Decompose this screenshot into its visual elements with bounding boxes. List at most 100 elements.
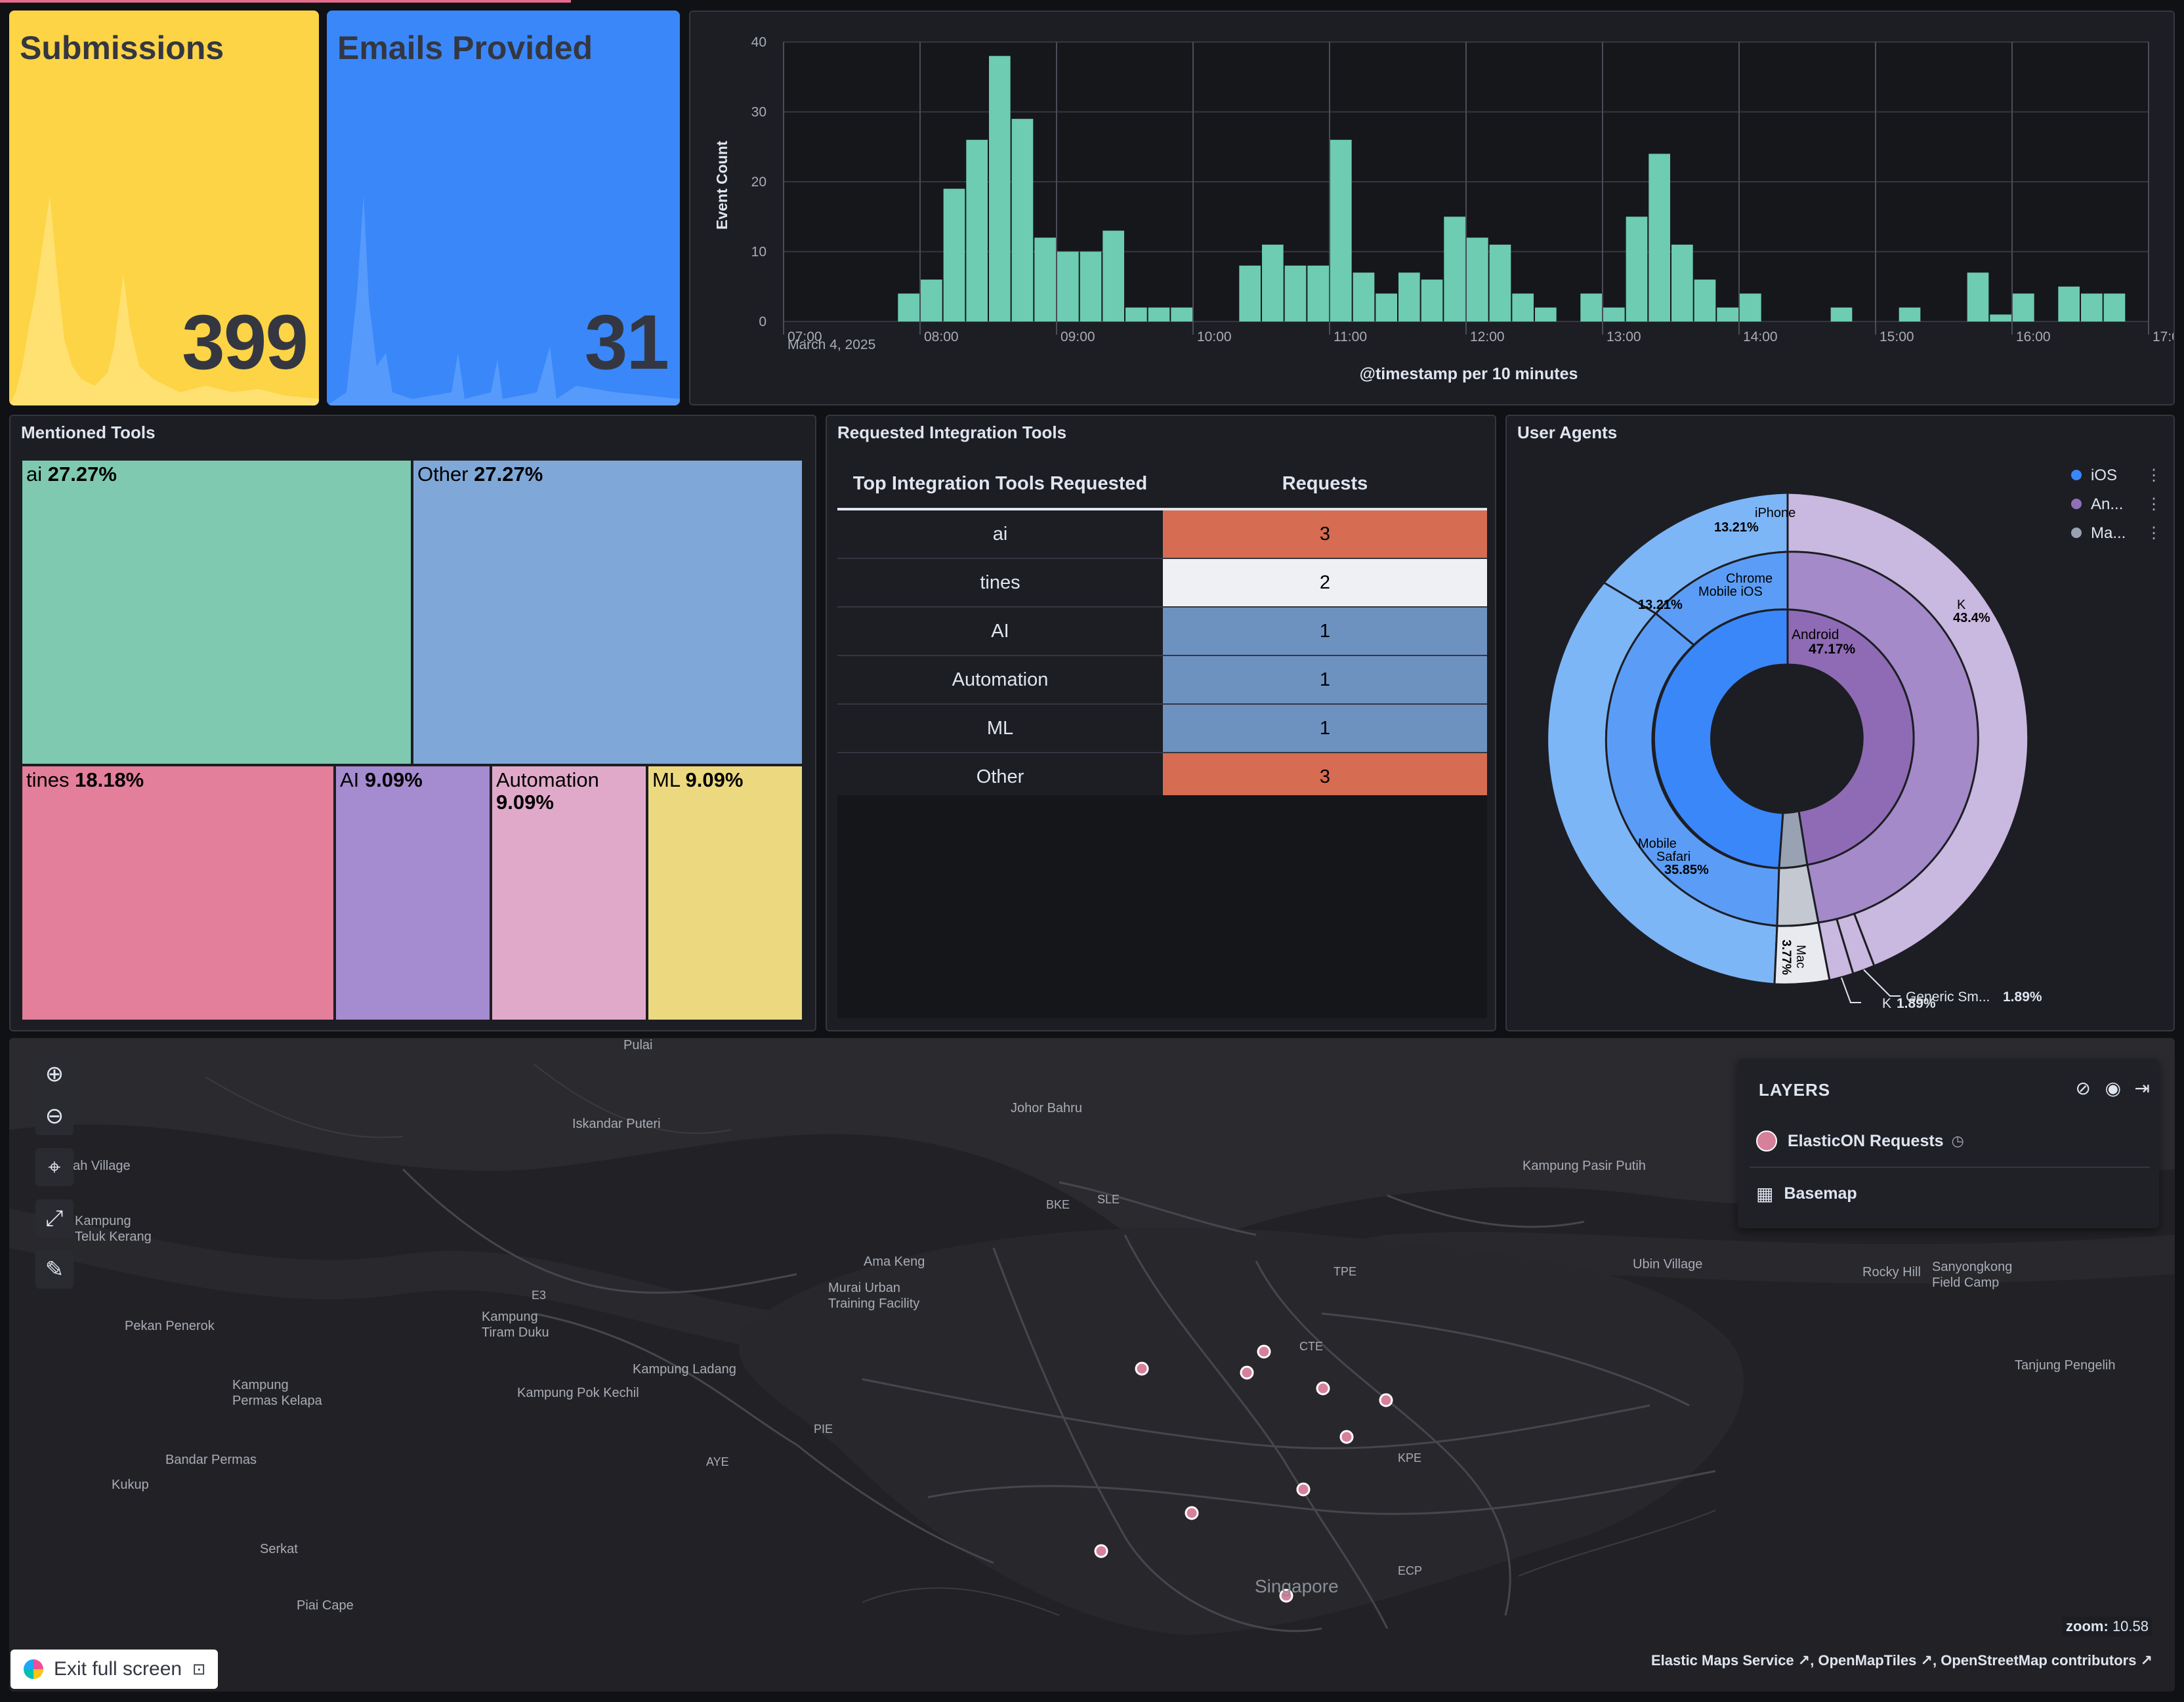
histogram-bar[interactable] xyxy=(1489,244,1511,322)
map-point[interactable] xyxy=(1316,1381,1330,1396)
histogram-bar[interactable] xyxy=(1148,307,1170,322)
tool-name-cell[interactable]: tines xyxy=(837,558,1163,608)
histogram-bar[interactable] xyxy=(1717,307,1738,322)
histogram-bar[interactable] xyxy=(1376,293,1397,322)
histogram-bar[interactable] xyxy=(898,293,919,322)
hide-all-layers-icon[interactable]: ⊘ xyxy=(2076,1077,2091,1099)
histogram-bar[interactable] xyxy=(966,140,988,322)
histogram-bar[interactable] xyxy=(1102,230,1124,322)
histogram-bar[interactable] xyxy=(1830,307,1853,322)
histogram-bar[interactable] xyxy=(1899,307,1921,322)
histogram-bar[interactable] xyxy=(1671,244,1693,322)
histogram-bar[interactable] xyxy=(1444,217,1465,322)
histogram-bar[interactable] xyxy=(1648,154,1670,322)
attribution-link[interactable]: OpenStreetMap contributors xyxy=(1941,1652,2136,1669)
histogram-bar[interactable] xyxy=(2013,293,2034,322)
tool-name-cell[interactable]: Automation xyxy=(837,655,1163,705)
request-count-cell[interactable]: 3 xyxy=(1163,753,1487,802)
treemap-cell-automation[interactable]: Automation 9.09% xyxy=(491,765,647,1021)
histogram-bar[interactable] xyxy=(1580,293,1602,322)
request-count-cell[interactable]: 3 xyxy=(1163,509,1487,559)
histogram-bar[interactable] xyxy=(2081,293,2103,322)
histogram-bar[interactable] xyxy=(1057,251,1079,322)
histogram-bar[interactable] xyxy=(1626,217,1648,322)
request-count-cell[interactable]: 1 xyxy=(1163,655,1487,705)
show-all-layers-icon[interactable]: ◉ xyxy=(2105,1077,2121,1099)
histogram-bar[interactable] xyxy=(1467,238,1488,322)
histogram-bar[interactable] xyxy=(1694,280,1716,322)
request-count-cell[interactable]: 2 xyxy=(1163,558,1487,608)
histogram-bar[interactable] xyxy=(1034,238,1056,322)
histogram-bar[interactable] xyxy=(1262,244,1284,322)
locate-icon[interactable]: ⌖ xyxy=(35,1148,74,1186)
histogram-bar[interactable] xyxy=(1535,307,1557,322)
submissions-metric[interactable]: Submissions 399 xyxy=(9,10,319,405)
histogram-bar[interactable] xyxy=(1307,265,1329,322)
histogram-bar[interactable] xyxy=(1990,314,2011,322)
map-point[interactable] xyxy=(1185,1506,1199,1520)
histogram-bar[interactable] xyxy=(1398,272,1420,322)
tool-name-cell[interactable]: AI xyxy=(837,607,1163,656)
integration-tools-panel[interactable]: Requested Integration Tools Top Integrat… xyxy=(826,415,1496,1031)
tool-name-cell[interactable]: ML xyxy=(837,704,1163,753)
treemap-cell-ai[interactable]: ai 27.27% xyxy=(21,459,412,765)
zoom-out-button[interactable]: ⊖ xyxy=(35,1097,74,1135)
request-count-cell[interactable]: 1 xyxy=(1163,704,1487,753)
zoom-in-button[interactable]: ⊕ xyxy=(35,1055,74,1093)
collapse-layers-icon[interactable]: ⇥ xyxy=(2135,1077,2150,1099)
layer-row-basemap[interactable]: ▦ Basemap xyxy=(1750,1168,2150,1219)
layer-row-elasticon[interactable]: ElasticON Requests ◷ xyxy=(1750,1115,2150,1168)
legend-label-android[interactable]: An... xyxy=(2091,495,2123,513)
mentioned-tools-panel[interactable]: Mentioned Tools ai 27.27% Other 27.27% t… xyxy=(9,415,816,1031)
histogram-bar[interactable] xyxy=(1080,251,1102,322)
histogram-bar[interactable] xyxy=(1284,265,1307,322)
legend-label-mac[interactable]: Ma... xyxy=(2091,524,2126,542)
column-header-requests[interactable]: Requests xyxy=(1163,459,1487,510)
layers-panel[interactable]: LAYERS ⊘ ◉ ⇥ ElasticON Requests ◷ ▦ Base… xyxy=(1738,1059,2159,1228)
map-point[interactable] xyxy=(1135,1361,1149,1376)
histogram-bar[interactable] xyxy=(1512,293,1534,322)
fullscreen-expand-icon[interactable]: ⤢ xyxy=(35,1199,74,1237)
histogram-bar[interactable] xyxy=(1740,293,1761,322)
histogram-bar[interactable] xyxy=(989,56,1011,322)
histogram-bar[interactable] xyxy=(1603,307,1625,322)
map-point[interactable] xyxy=(1379,1393,1393,1407)
treemap-cell-tines[interactable]: tines 18.18% xyxy=(21,765,335,1021)
tool-name-cell[interactable]: ai xyxy=(837,509,1163,559)
histogram-bar[interactable] xyxy=(1171,307,1192,322)
histogram-bar[interactable] xyxy=(1967,272,1989,322)
request-count-cell[interactable]: 1 xyxy=(1163,607,1487,656)
exit-fullscreen-button[interactable]: Exit full screen ⊡ xyxy=(10,1650,218,1689)
attribution-link[interactable]: OpenMapTiles xyxy=(1818,1652,1916,1669)
measure-tools-icon[interactable]: ✎ xyxy=(35,1251,74,1289)
histogram-bar[interactable] xyxy=(2058,286,2080,322)
map-point[interactable] xyxy=(1257,1344,1271,1359)
histogram-bar[interactable] xyxy=(1125,307,1147,322)
user-agents-panel[interactable]: User Agents iPhone 13.21% Chrome Mobile … xyxy=(1505,415,2175,1031)
histogram-bar[interactable] xyxy=(1353,272,1375,322)
attribution-link[interactable]: Elastic Maps Service xyxy=(1651,1652,1794,1669)
legend-label-ios[interactable]: iOS xyxy=(2091,467,2117,484)
legend-menu-android[interactable]: ⋮ xyxy=(2146,495,2162,513)
histogram-panel[interactable]: 0 10 20 30 40 07:00 08:00 09:00 10:00 11:00 12:00… xyxy=(689,10,2175,405)
histogram-bar[interactable] xyxy=(2103,293,2126,322)
histogram-bar[interactable] xyxy=(1011,119,1034,322)
histogram-bar[interactable] xyxy=(921,280,942,322)
legend-menu-mac[interactable]: ⋮ xyxy=(2146,524,2162,542)
treemap-cell-other[interactable]: Other 27.27% xyxy=(412,459,803,765)
histogram-bar[interactable] xyxy=(1239,265,1261,322)
map-panel[interactable]: Johor Bahru Iskandar Puteri Kampung Pasi… xyxy=(9,1038,2175,1692)
legend-menu-ios[interactable]: ⋮ xyxy=(2146,467,2162,484)
tool-name-cell[interactable]: Other xyxy=(837,753,1163,802)
treemap-cell-ai-upper[interactable]: AI 9.09% xyxy=(335,765,491,1021)
histogram-bar[interactable] xyxy=(1421,280,1443,322)
histogram-bar[interactable] xyxy=(1330,140,1352,322)
map-point[interactable] xyxy=(1296,1482,1311,1497)
emails-metric[interactable]: Emails Provided 31 xyxy=(327,10,680,405)
map-point[interactable] xyxy=(1094,1544,1108,1558)
column-header-tools[interactable]: Top Integration Tools Requested xyxy=(837,459,1163,510)
map-point[interactable] xyxy=(1240,1365,1254,1380)
map-point[interactable] xyxy=(1339,1430,1354,1444)
histogram-bar[interactable] xyxy=(943,188,965,322)
treemap-cell-ml[interactable]: ML 9.09% xyxy=(647,765,803,1021)
